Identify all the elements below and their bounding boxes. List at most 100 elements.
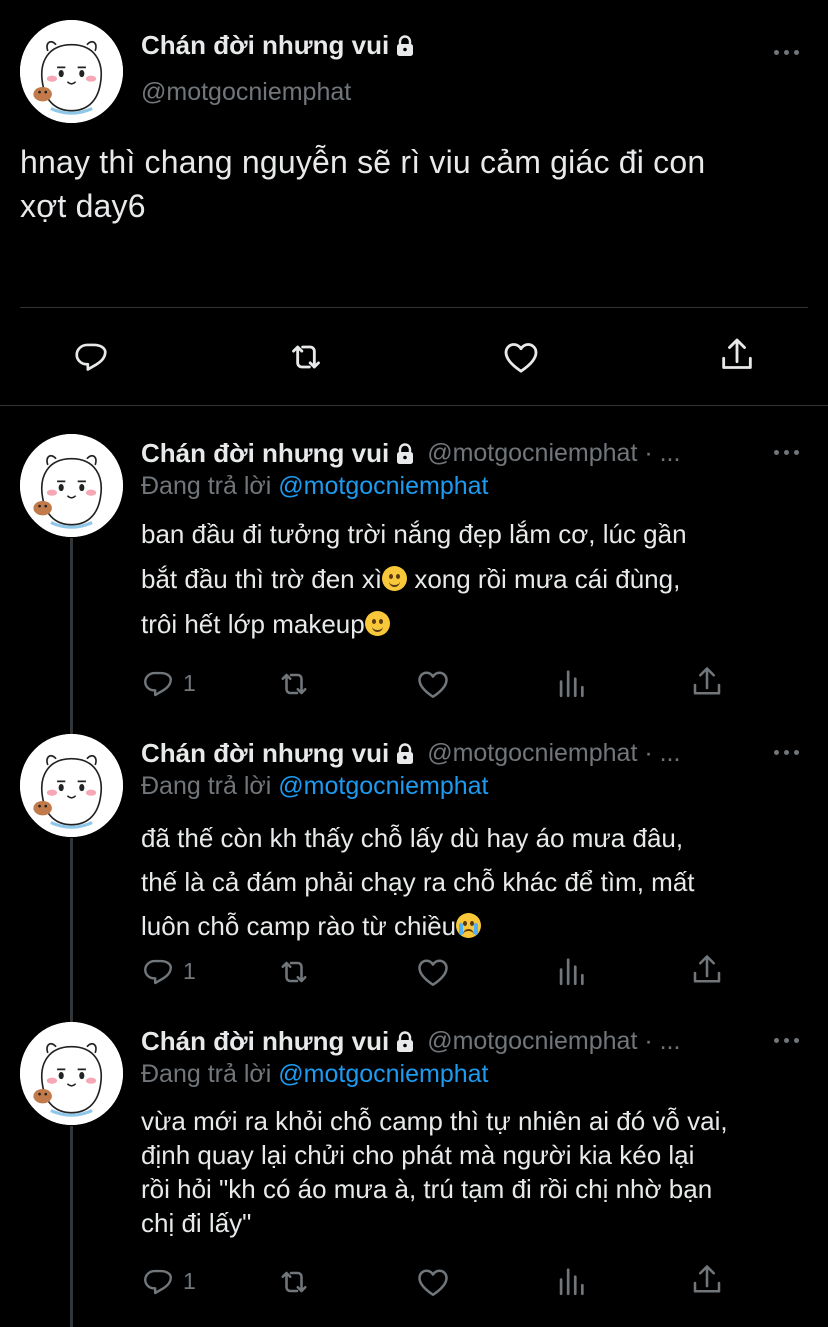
like-button[interactable]	[415, 666, 451, 702]
tweet-text: vừa mới ra khỏi chỗ camp thì tự nhiên ai…	[141, 1104, 821, 1240]
display-name[interactable]: Chán đời nhưng vui	[141, 738, 389, 769]
handle[interactable]: @motgocniemphat	[141, 78, 351, 107]
reply-button[interactable]: 1	[141, 1264, 196, 1298]
emoji-slight-smile	[364, 611, 390, 636]
tweet-text-line: hnay thì chang nguyễn sẽ rì viu cảm giác…	[20, 144, 706, 180]
author-row: Chán đời nhưng vui @motgocniemphat · ...	[141, 1026, 680, 1057]
tweet-text-line: ban đầu đi tưởng trời nắng đẹp lắm cơ, l…	[141, 519, 687, 549]
like-button[interactable]	[501, 337, 541, 377]
lock-icon	[393, 441, 417, 467]
tweet-text-line: chị đi lấy"	[141, 1208, 252, 1238]
handle[interactable]: @motgocniemphat · ...	[427, 439, 680, 468]
more-icon[interactable]	[774, 448, 800, 456]
reply-button[interactable]: 1	[141, 666, 196, 700]
share-icon	[717, 335, 757, 375]
share-icon	[689, 952, 725, 988]
share-button[interactable]	[717, 335, 757, 375]
reply-icon	[72, 337, 110, 375]
retweet-icon	[276, 666, 312, 702]
like-icon	[415, 954, 451, 990]
text-segment: bắt đầu thì trờ đen xì	[141, 564, 383, 594]
share-icon	[689, 1262, 725, 1298]
more-icon[interactable]	[774, 748, 800, 756]
main-tweet: Chán đời nhưng vui @motgocniemphat hnay …	[0, 0, 828, 406]
reply-icon	[141, 954, 175, 988]
retweet-button[interactable]	[276, 954, 312, 990]
replying-label: Đang trả lời	[141, 772, 272, 800]
share-icon	[689, 664, 725, 700]
retweet-button[interactable]	[276, 666, 312, 702]
like-icon	[501, 337, 541, 377]
retweet-icon	[276, 954, 312, 990]
emoji-slight-smile	[382, 566, 408, 591]
tweet-text-line: trôi hết lớp makeup	[141, 602, 811, 647]
replying-to: Đang trả lời @motgocniemphat	[141, 772, 489, 801]
more-icon[interactable]	[774, 1036, 800, 1044]
reply-count: 1	[183, 1267, 196, 1294]
tweet-text-line: xợt day6	[20, 188, 146, 224]
reply-tweet[interactable]: Chán đời nhưng vui @motgocniemphat · ...…	[0, 434, 828, 726]
tweet-text-line: rồi hỏi "kh có áo mưa à, trú tạm đi rồi …	[141, 1174, 713, 1204]
tweet-text-line: luôn chỗ camp rào từ chiều	[141, 904, 811, 948]
lock-icon	[393, 33, 417, 59]
author-row: Chán đời nhưng vui	[141, 30, 417, 61]
retweet-button[interactable]	[276, 1264, 312, 1300]
text-segment: xong rồi mưa cái đùng,	[407, 564, 681, 594]
share-button[interactable]	[689, 1262, 725, 1298]
reply-icon	[141, 666, 175, 700]
display-name[interactable]: Chán đời nhưng vui	[141, 1026, 389, 1057]
tweet-text: hnay thì chang nguyễn sẽ rì viu cảm giác…	[20, 140, 820, 228]
retweet-icon	[276, 1264, 312, 1300]
avatar[interactable]	[20, 20, 123, 123]
retweet-button[interactable]	[286, 337, 326, 377]
share-button[interactable]	[689, 664, 725, 700]
tweet-text-line: đã thế còn kh thấy chỗ lấy dù hay áo mưa…	[141, 823, 684, 853]
retweet-icon	[286, 337, 326, 377]
reply-button[interactable]	[72, 337, 110, 375]
tweet-text-line: bắt đầu thì trờ đen xì xong rồi mưa cái …	[141, 557, 811, 602]
analytics-button[interactable]	[554, 666, 588, 700]
reply-tweet[interactable]: Chán đời nhưng vui @motgocniemphat · ...…	[0, 734, 828, 1026]
analytics-button[interactable]	[554, 1264, 588, 1298]
author-row: Chán đời nhưng vui @motgocniemphat · ...	[141, 438, 680, 469]
divider	[20, 307, 808, 308]
mention-link[interactable]: @motgocniemphat	[278, 472, 488, 500]
reply-button[interactable]: 1	[141, 954, 196, 988]
display-name[interactable]: Chán đời nhưng vui	[141, 438, 389, 469]
text-segment: trôi hết lớp makeup	[141, 609, 365, 639]
reply-count: 1	[183, 669, 196, 696]
replying-to: Đang trả lời @motgocniemphat	[141, 1060, 489, 1089]
tweet-text-line: thế là cả đám phải chạy ra chỗ khác để t…	[141, 867, 695, 897]
emoji-loudly-crying	[456, 913, 482, 938]
like-icon	[415, 1264, 451, 1300]
analytics-icon	[554, 1264, 588, 1298]
handle[interactable]: @motgocniemphat · ...	[427, 739, 680, 768]
replying-label: Đang trả lời	[141, 472, 272, 500]
like-button[interactable]	[415, 954, 451, 990]
analytics-icon	[554, 954, 588, 988]
author-row: Chán đời nhưng vui @motgocniemphat · ...	[141, 738, 680, 769]
handle[interactable]: @motgocniemphat · ...	[427, 1027, 680, 1056]
reply-icon	[141, 1264, 175, 1298]
lock-icon	[393, 1029, 417, 1055]
replying-label: Đang trả lời	[141, 1060, 272, 1088]
more-icon[interactable]	[774, 48, 800, 56]
avatar[interactable]	[20, 434, 123, 537]
avatar[interactable]	[20, 1022, 123, 1125]
analytics-icon	[554, 666, 588, 700]
avatar[interactable]	[20, 734, 123, 837]
tweet-text: ban đầu đi tưởng trời nắng đẹp lắm cơ, l…	[141, 512, 811, 647]
text-segment: luôn chỗ camp rào từ chiều	[141, 911, 457, 941]
mention-link[interactable]: @motgocniemphat	[278, 772, 488, 800]
divider	[0, 405, 828, 406]
share-button[interactable]	[689, 952, 725, 988]
tweet-text-line: định quay lại chửi cho phát mà người kia…	[141, 1140, 695, 1170]
analytics-button[interactable]	[554, 954, 588, 988]
display-name[interactable]: Chán đời nhưng vui	[141, 30, 389, 61]
mention-link[interactable]: @motgocniemphat	[278, 1060, 488, 1088]
tweet-text-line: vừa mới ra khỏi chỗ camp thì tự nhiên ai…	[141, 1106, 728, 1136]
like-icon	[415, 666, 451, 702]
like-button[interactable]	[415, 1264, 451, 1300]
replying-to: Đang trả lời @motgocniemphat	[141, 472, 489, 501]
reply-tweet[interactable]: Chán đời nhưng vui @motgocniemphat · ...…	[0, 1022, 828, 1327]
